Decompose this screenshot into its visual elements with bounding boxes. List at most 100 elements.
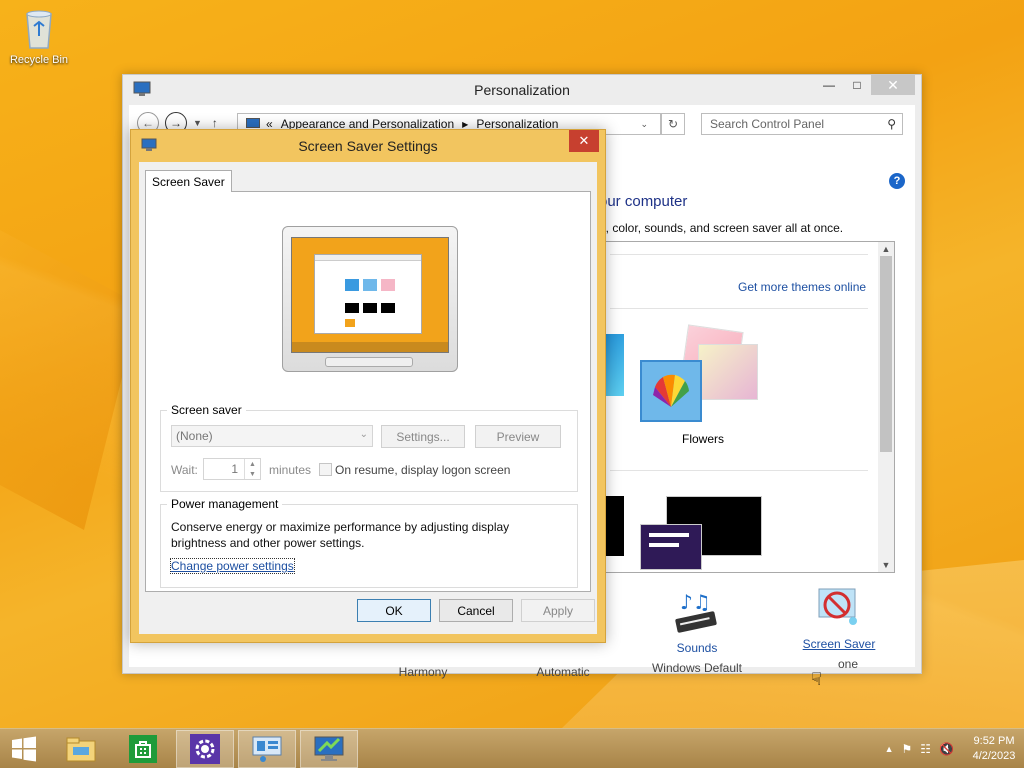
screen-saver-group: Screen saver (None) ⌄ Settings... Previe… [160,403,578,492]
dialog-title-bar[interactable]: Screen Saver Settings ✕ [131,130,605,162]
dialog-close-button[interactable]: ✕ [569,130,599,152]
control-panel-button[interactable] [238,730,296,768]
title-bar[interactable]: Personalization — □ ✕ [123,75,921,105]
dialog-body: Screen Saver Screen saver (None) ⌄ Setti… [139,162,597,634]
preview-button[interactable]: Preview [475,425,561,448]
resume-logon-label: On resume, display logon screen [335,463,511,477]
system-tray: ▲ ⚑ ☷ 🔇 9:52 PM 4/2/2023 [881,729,1024,768]
sounds-sub: Windows Default [651,661,743,675]
help-icon[interactable]: ? [889,173,905,189]
store-icon [129,735,157,763]
tab-screen-saver[interactable]: Screen Saver [145,170,232,192]
chevron-down-icon: ⌄ [359,429,368,440]
refresh-button[interactable]: ↻ [661,113,685,135]
cancel-button[interactable]: Cancel [439,599,513,622]
screen-saver-sub: one [837,657,859,671]
taskbar: ▲ ⚑ ☷ 🔇 9:52 PM 4/2/2023 [0,728,1024,768]
screen-saver-settings-dialog: Screen Saver Settings ✕ Screen Saver Scr… [130,129,606,643]
page-heading: our computer [599,193,688,210]
page-subheading: d, color, sounds, and screen saver all a… [599,221,844,235]
personalization-button[interactable] [300,730,358,768]
search-input[interactable]: Search Control Panel ⚲ [701,113,903,135]
theme-flowers[interactable] [640,324,770,428]
clock[interactable]: 9:52 PM 4/2/2023 [964,734,1024,764]
minutes-label: minutes [269,463,312,477]
color-palette-icon [640,360,702,422]
settings-button[interactable]: Settings... [381,425,465,448]
screen-saver-icon [817,585,861,631]
personalization-icon [314,736,344,761]
partial-color-item[interactable]: Automatic [523,665,603,679]
maximize-button[interactable]: □ [843,75,871,95]
themes-list[interactable]: Get more themes online s Flowers [599,241,895,573]
recycle-bin-shortcut[interactable]: Recycle Bin [6,6,72,66]
search-icon[interactable]: ⚲ [887,117,896,131]
divider [610,308,868,309]
up-button[interactable]: ↑ [212,116,218,130]
tab-panel: Screen saver (None) ⌄ Settings... Previe… [145,191,591,592]
search-placeholder: Search Control Panel [710,117,825,131]
dialog-title: Screen Saver Settings [298,138,438,154]
recent-locations-button[interactable]: ▼ [193,118,202,128]
volume-muted-icon[interactable]: 🔇 [939,742,954,756]
screen-saver-item[interactable]: Screen Saver one ☟ [787,585,891,689]
sounds-icon: ♪♫ [670,585,724,637]
get-more-themes-link[interactable]: Get more themes online [738,280,866,294]
scroll-up-icon[interactable]: ▲ [878,242,894,256]
color-sub: Automatic [536,665,590,679]
store-button[interactable] [114,730,172,768]
power-management-group: Power management Conserve energy or maxi… [160,497,578,588]
close-button[interactable]: ✕ [871,75,915,95]
start-icon [12,736,36,762]
scroll-thumb[interactable] [880,256,892,452]
apply-button[interactable]: Apply [521,599,595,622]
divider [610,470,868,471]
settings-button[interactable] [176,730,234,768]
sounds-item[interactable]: ♪♫ Sounds Windows Default [643,585,751,675]
desktop-background-sub: Harmony [398,665,448,679]
file-explorer-icon [66,737,96,762]
spin-up-icon[interactable]: ▲ [244,459,260,469]
settings-icon [190,734,220,764]
screen-saver-group-label: Screen saver [167,403,246,417]
theme-high-contrast-thumbnail [640,524,702,570]
wait-value: 1 [231,462,238,476]
svg-text:♪♫: ♪♫ [680,590,711,614]
network-icon[interactable]: ☷ [920,742,931,756]
monitor-stand [325,357,413,367]
theme-flowers-label: Flowers [682,432,725,446]
address-dropdown-icon[interactable]: ⌄ [640,119,648,130]
screen-saver-selected: (None) [176,429,213,443]
screen-saver-app-icon [141,138,159,154]
show-hidden-icons-icon[interactable]: ▲ [885,744,894,754]
sounds-label: Sounds [676,641,718,655]
scroll-down-icon[interactable]: ▼ [878,558,894,572]
screen-saver-label: Screen Saver [802,637,876,651]
screen-saver-select[interactable]: (None) ⌄ [171,425,373,447]
wait-minutes-stepper[interactable]: 1 ▲ ▼ [203,458,261,480]
hand-cursor-icon: ☟ [811,669,822,689]
divider [610,254,868,255]
ok-button[interactable]: OK [357,599,431,622]
preview-mini-window [314,254,422,334]
action-center-flag-icon[interactable]: ⚑ [902,742,913,756]
power-group-label: Power management [167,497,283,511]
control-panel-icon [133,81,151,97]
resume-logon-checkbox[interactable] [319,463,332,476]
spin-down-icon[interactable]: ▼ [244,469,260,479]
partial-desktop-background-item[interactable]: Harmony [383,665,463,679]
start-button[interactable] [0,730,48,768]
preview-screen [291,237,449,353]
window-title: Personalization [474,82,570,98]
clock-time: 9:52 PM [973,735,1015,747]
recycle-bin-icon [22,6,56,50]
flowers-thumbnail [698,344,758,400]
recycle-bin-label: Recycle Bin [9,54,69,66]
themes-scrollbar[interactable]: ▲ ▼ [878,242,894,572]
monitor-preview [282,226,458,372]
change-power-settings-link[interactable]: Change power settings [170,558,295,574]
clock-date: 4/2/2023 [972,750,1016,762]
file-explorer-button[interactable] [52,730,110,768]
minimize-button[interactable]: — [815,75,843,95]
breadcrumb-separator-icon: ▶ [462,119,469,129]
